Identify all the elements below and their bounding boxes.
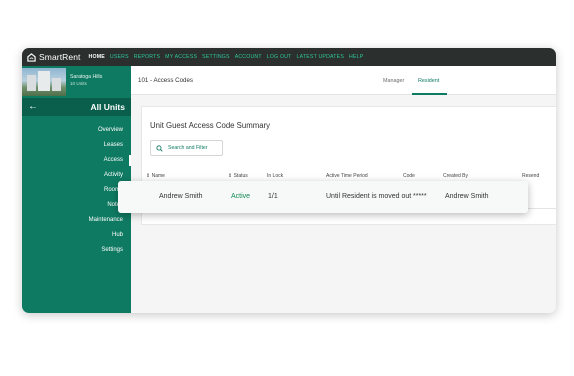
sidebar-item-leases[interactable]: Leases (22, 138, 131, 153)
search-filter-input[interactable]: Search and Filter (150, 140, 223, 156)
property-photo (22, 68, 66, 96)
building-shape (38, 71, 50, 91)
row-in-lock: 1/1 (268, 193, 278, 200)
column-header-name[interactable]: ⇕ Name (146, 173, 165, 179)
property-name: Saratoga Hills (70, 74, 103, 80)
column-header-resend[interactable]: Resend (522, 173, 539, 179)
sidebar-item-overview[interactable]: Overview (22, 123, 131, 138)
column-header-active-time-period[interactable]: Active Time Period (326, 173, 368, 179)
nav-reports[interactable]: REPORTS (134, 54, 160, 60)
row-name: Andrew Smith (159, 193, 203, 200)
sidebar-item-hub[interactable]: Hub (22, 228, 131, 243)
row-active-time-period: Until Resident is moved out (326, 193, 412, 200)
search-placeholder: Search and Filter (168, 145, 208, 151)
tab-resident[interactable]: Resident (418, 78, 439, 84)
sidebar-item-maintenance[interactable]: Maintenance (22, 213, 131, 228)
nav-help[interactable]: HELP (349, 54, 363, 60)
column-header-code[interactable]: Code (403, 173, 415, 179)
brand-logo[interactable]: SmartRent (27, 52, 81, 62)
page-title: 101 - Access Codes (138, 77, 194, 84)
top-navigation-bar: SmartRent HOME USERS REPORTS MY ACCESS S… (22, 48, 556, 66)
row-created-by: Andrew Smith (445, 193, 489, 200)
nav-log-out[interactable]: LOG OUT (267, 54, 292, 60)
all-units-title: All Units (90, 102, 125, 112)
nav-account[interactable]: ACCOUNT (235, 54, 262, 60)
table-row[interactable]: Andrew Smith Active 1/1 Until Resident i… (118, 181, 528, 213)
search-icon (156, 144, 163, 152)
nav-home[interactable]: HOME (89, 54, 105, 60)
sidebar-item-activity[interactable]: Activity (22, 168, 131, 183)
arrow-left-icon[interactable]: ← (28, 102, 38, 112)
column-label: Status (233, 173, 248, 179)
sidebar: Saratoga Hills 10 Units ← All Units Over… (22, 66, 131, 313)
sort-icon: ⇕ (228, 173, 233, 179)
nav-settings[interactable]: SETTINGS (202, 54, 230, 60)
unit-subheader: 101 - Access Codes Manager Resident (131, 66, 556, 95)
tab-manager[interactable]: Manager (383, 78, 404, 84)
active-tab-indicator (412, 93, 447, 95)
sidebar-item-notes[interactable]: Notes (22, 198, 131, 213)
brand-name: SmartRent (39, 52, 81, 62)
smartrent-logo-icon (27, 52, 36, 62)
nav-latest-updates[interactable]: LATEST UPDATES (297, 54, 344, 60)
card-title: Unit Guest Access Code Summary (150, 121, 271, 130)
sort-icon: ⇕ (146, 173, 151, 179)
status-badge: Active (231, 193, 251, 200)
building-shape (52, 78, 61, 91)
property-header[interactable]: Saratoga Hills 10 Units (22, 66, 131, 98)
building-shape (27, 75, 36, 91)
all-units-header: ← All Units (22, 98, 131, 116)
column-header-created-by[interactable]: Created By (443, 173, 468, 179)
sidebar-item-access[interactable]: Access (22, 153, 131, 168)
property-unit-count: 10 Units (70, 81, 87, 86)
column-header-in-lock[interactable]: In Lock (267, 173, 283, 179)
sidebar-item-rooms[interactable]: Rooms (22, 183, 131, 198)
sidebar-item-settings[interactable]: Settings (22, 243, 131, 258)
column-header-status[interactable]: ⇕ Status (228, 173, 248, 179)
row-code: ***** (413, 193, 427, 200)
nav-users[interactable]: USERS (110, 54, 129, 60)
sidebar-menu: Overview Leases Access Activity Rooms No… (22, 123, 131, 258)
column-label: Name (151, 173, 165, 179)
nav-my-access[interactable]: MY ACCESS (165, 54, 197, 60)
